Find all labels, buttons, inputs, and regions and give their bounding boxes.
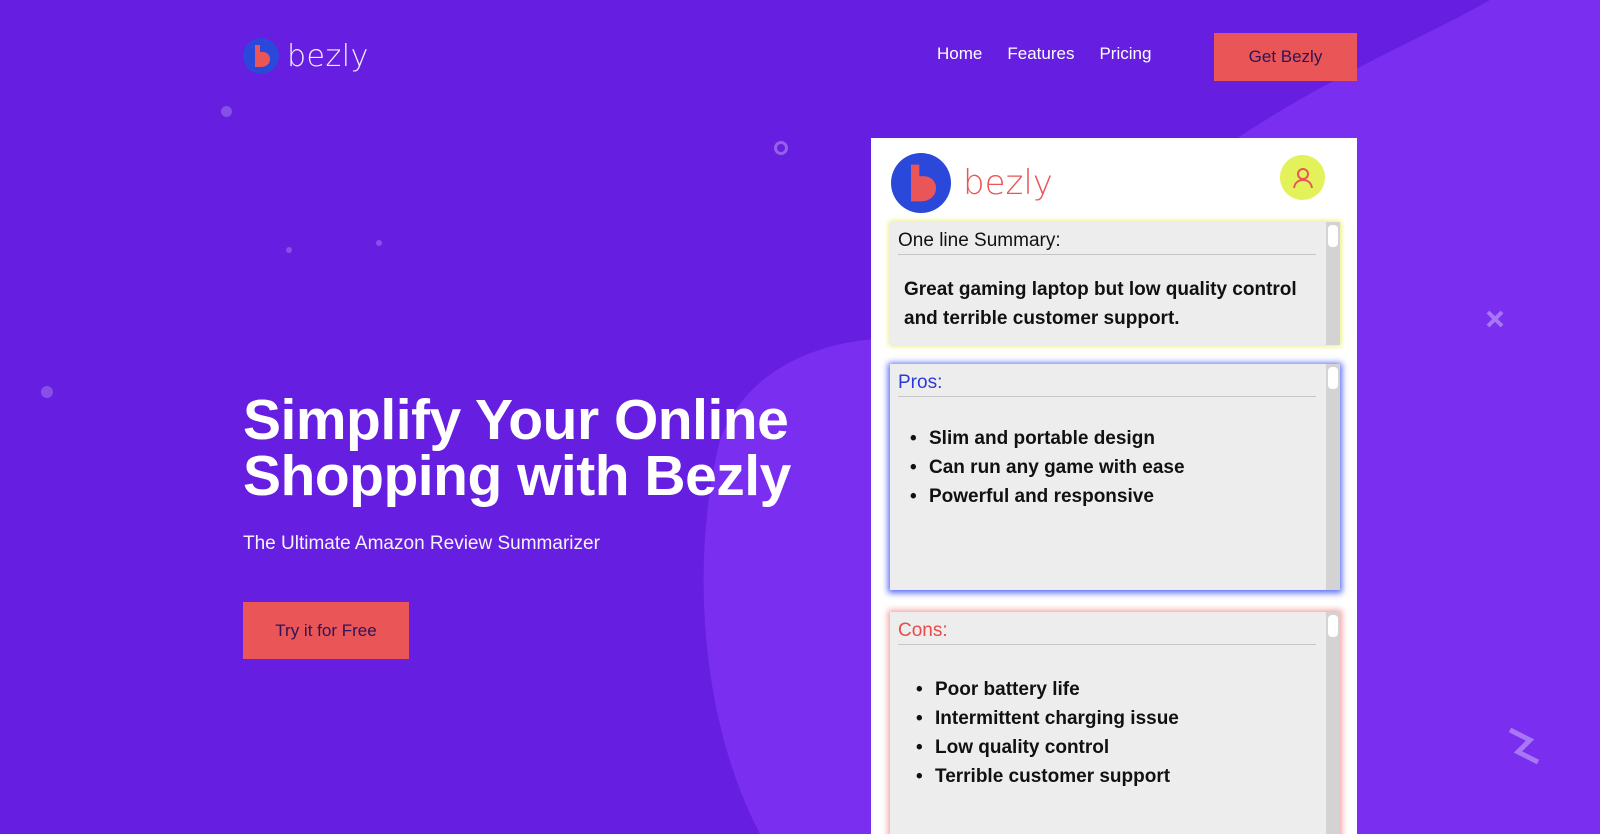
pros-scrollbar[interactable] <box>1326 364 1340 590</box>
decor-ring <box>774 141 788 155</box>
logo-text: bezly <box>287 38 369 74</box>
try-free-button[interactable]: Try it for Free <box>243 602 409 659</box>
list-item: • Intermittent charging issue <box>916 704 1316 733</box>
nav-features[interactable]: Features <box>1007 44 1074 64</box>
cons-card: Cons: • Poor battery life • Intermittent c… <box>890 612 1340 834</box>
hero-title-line-1: Simplify Your Online <box>243 388 789 452</box>
user-icon <box>1292 167 1313 188</box>
con-text: Intermittent charging issue <box>935 708 1179 729</box>
decor-dot <box>221 106 232 117</box>
app-mockup: bezly One line Summary: Great gaming lap… <box>871 138 1357 834</box>
pros-card: Pros: • Slim and portable design • Can run… <box>890 364 1340 590</box>
hero-title: Simplify Your Online Shopping with Bezly <box>243 392 803 505</box>
summary-title: One line Summary: <box>898 230 1316 255</box>
cons-list: • Poor battery life • Intermittent chargin… <box>898 675 1316 791</box>
pros-list: • Slim and portable design • Can run any g… <box>898 424 1316 511</box>
list-item: • Can run any game with ease <box>910 453 1316 482</box>
scroll-thumb[interactable] <box>1328 225 1338 247</box>
nav-pricing[interactable]: Pricing <box>1099 44 1151 64</box>
mockup-logo: bezly <box>891 153 1053 213</box>
summary-text: Great gaming laptop but low quality cont… <box>904 279 1297 329</box>
summary-card: One line Summary: Great gaming laptop bu… <box>890 222 1340 345</box>
main-nav: Home Features Pricing <box>937 44 1151 64</box>
decor-dot <box>41 386 53 398</box>
bezly-logo-icon <box>243 38 279 74</box>
decor-dot <box>376 240 382 246</box>
list-item: • Slim and portable design <box>910 424 1316 453</box>
con-text: Low quality control <box>935 737 1110 758</box>
list-item: • Poor battery life <box>916 675 1316 704</box>
get-bezly-button[interactable]: Get Bezly <box>1214 33 1357 81</box>
pros-title: Pros: <box>898 372 1316 397</box>
con-text: Terrible customer support <box>935 766 1171 787</box>
list-item: • Low quality control <box>916 733 1316 762</box>
pro-text: Can run any game with ease <box>929 457 1185 478</box>
cons-title: Cons: <box>898 620 1316 645</box>
nav-home[interactable]: Home <box>937 44 982 64</box>
pro-text: Powerful and responsive <box>929 486 1154 507</box>
pro-text: Slim and portable design <box>929 428 1155 449</box>
mockup-logo-text: bezly <box>963 163 1053 203</box>
list-item: • Terrible customer support <box>916 762 1316 791</box>
hero-title-line-2: Shopping with Bezly <box>243 444 791 508</box>
brand-logo[interactable]: bezly <box>243 38 369 74</box>
list-item: • Powerful and responsive <box>910 482 1316 511</box>
con-text: Poor battery life <box>935 679 1080 700</box>
hero-subtitle: The Ultimate Amazon Review Summarizer <box>243 533 600 554</box>
user-avatar[interactable] <box>1280 155 1325 200</box>
scroll-thumb[interactable] <box>1328 367 1338 389</box>
bezly-logo-icon <box>891 153 951 213</box>
cons-scrollbar[interactable] <box>1326 612 1340 834</box>
decor-dot <box>286 247 292 253</box>
scroll-thumb[interactable] <box>1328 615 1338 637</box>
summary-scrollbar[interactable] <box>1326 222 1340 345</box>
